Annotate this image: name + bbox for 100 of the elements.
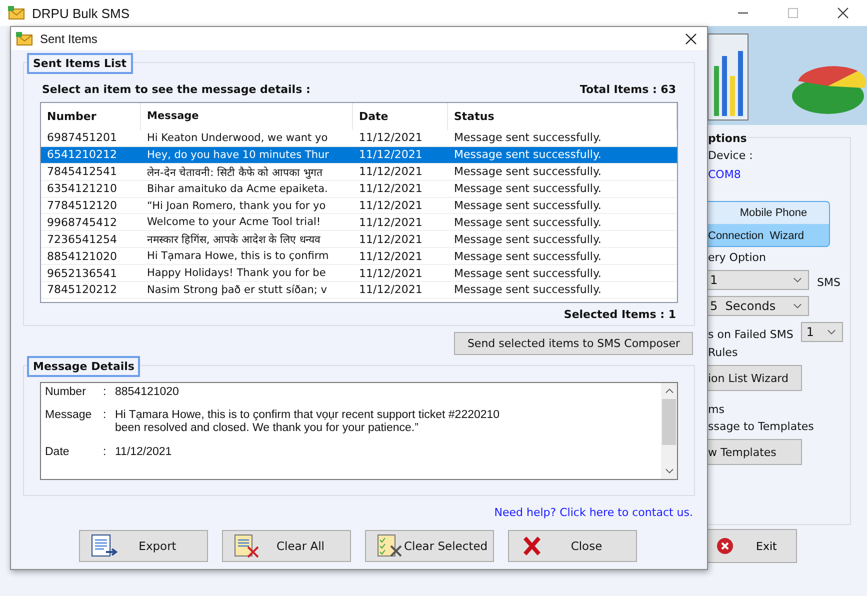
exit-button[interactable]: Exit: [708, 529, 797, 563]
clear-selected-button[interactable]: Clear Selected: [365, 530, 494, 562]
status-cell-text: Message sent successfully.: [453, 250, 602, 263]
field-separator: :: [103, 409, 108, 422]
column-header[interactable]: Date: [353, 103, 448, 130]
table-row[interactable]: 6541210212 Hey, do you have 10 minutes Thur 11/12/2021 Message sent successfully.: [41, 146, 677, 164]
column-header[interactable]: Status: [448, 103, 677, 130]
status-cell-text: Message sent successfully.: [453, 131, 602, 144]
table-row[interactable]: 6354121210 Bihar amaituko da Acme epaiketa. 11/12/2021 Message sent successfully.: [41, 180, 677, 198]
document-cross-icon: [233, 534, 261, 558]
field-value: Hi Tạmara Howe, this is to çonfirm that vọụr recent support ticket #2220210 been resolved and closed. We thank you for your patience.”: [115, 409, 500, 436]
table-row[interactable]: 7845412541 लेन-देन चेतावनी: सिटी कैफे को आपका भुगत 11/12/2021 Message sent successfully.: [41, 164, 677, 181]
number-cell-text: 9968745412: [46, 216, 118, 229]
table-row[interactable]: 7784512120 “Hi Joan Romero, thank you for yo 11/12/2021 Message sent successfully.: [41, 198, 677, 214]
sms-label: SMS: [817, 276, 840, 288]
chevron-down-icon: [793, 277, 802, 283]
device-label: Device :: [708, 149, 753, 162]
field-value: 8854121020: [115, 386, 179, 400]
dialog-title: Sent Items: [40, 32, 98, 46]
table-row[interactable]: 7236541254 नमस्कार हिगिंस, आपके आदेश के लिए धन्यव 11/12/2021 Message sent successfully.: [41, 231, 677, 248]
status-cell-text: Message sent successfully.: [453, 182, 602, 196]
status-cell-text: Message sent successfully.: [453, 148, 602, 162]
scroll-down-icon[interactable]: [664, 468, 674, 474]
scroll-up-icon[interactable]: [664, 388, 674, 394]
message-cell-text: Happy Holidays! Thank you for be: [146, 267, 327, 280]
window-title: DRPU Bulk SMS: [32, 6, 130, 20]
message-cell-text: Hi Tạmara Howe, this is to çonfirm: [146, 250, 330, 262]
group-title: ptions: [708, 132, 747, 145]
clear-all-button[interactable]: Clear All: [222, 530, 351, 562]
message-cell-text: Bihar amaituko da Acme epaiketa.: [146, 182, 329, 195]
group-title: Message Details: [27, 356, 140, 377]
date-cell-text: 11/12/2021: [358, 182, 424, 196]
number-cell-text: 7236541254: [46, 232, 118, 246]
export-button[interactable]: Export: [79, 530, 208, 562]
chevron-down-icon: [827, 329, 836, 335]
number-cell-text: 6987451201: [46, 131, 118, 144]
field-label: Date: [45, 446, 70, 458]
document-arrow-icon: [90, 534, 118, 558]
number-cell-text: 6541210212: [46, 148, 118, 162]
sms-count-select[interactable]: 1: [708, 270, 809, 290]
date-cell-text: 11/12/2021: [358, 216, 424, 229]
field-separator: :: [103, 446, 108, 458]
scrollbar-thumb[interactable]: [662, 399, 676, 445]
templates-label: ssage to Templates: [708, 420, 814, 433]
field-label: Number: [45, 386, 87, 398]
message-cell-text: Welcome to your Acme Tool trial!: [146, 216, 322, 228]
status-cell-text: Message sent successfully.: [453, 232, 602, 246]
chevron-down-icon: [793, 303, 802, 309]
total-items-count: Total Items : 63: [580, 83, 676, 96]
instruction-text: Select an item to see the message details :: [42, 83, 310, 96]
status-cell-text: Message sent successfully.: [453, 165, 602, 178]
view-templates-button[interactable]: w Templates: [708, 439, 802, 465]
date-cell-text: 11/12/2021: [358, 283, 424, 296]
number-cell-text: 8854121020: [46, 250, 118, 263]
number-cell-text: 6354121210: [46, 182, 118, 196]
field-separator: :: [103, 386, 108, 398]
failed-sms-label: s on Failed SMS: [708, 328, 794, 340]
date-cell-text: 11/12/2021: [358, 250, 424, 263]
table-row[interactable]: 8854121020 Hi Tạmara Howe, this is to çonfirm 11/12/2021 Message sent successfully.: [41, 248, 677, 266]
date-cell-text: 11/12/2021: [358, 148, 424, 162]
group-title: Sent Items List: [27, 53, 133, 74]
message-cell-text: Hey, do you have 10 minutes Thur: [146, 148, 330, 161]
close-button[interactable]: Close: [508, 530, 637, 562]
status-cell-text: Message sent successfully.: [453, 283, 602, 296]
table-row[interactable]: 9652136541 Happy Holidays! Thank you for be 11/12/2021 Message sent successfully.: [41, 265, 677, 282]
delivery-option-label: ery Option: [708, 251, 766, 264]
field-value: 11/12/2021: [115, 446, 172, 459]
retry-select[interactable]: 1: [801, 322, 844, 342]
table-row[interactable]: 7845120212 Nasim Strong það er stutt síðan; v 11/12/2021 Message sent successfully.: [41, 282, 677, 299]
delay-select[interactable]: 5 Seconds: [708, 296, 809, 316]
number-cell-text: 7784512120: [46, 199, 118, 212]
message-cell-text: “Hi Joan Romero, thank you for yo: [146, 200, 327, 212]
date-cell-text: 11/12/2021: [358, 131, 424, 144]
column-header[interactable]: Number: [41, 103, 141, 130]
close-circle-icon: [716, 537, 734, 555]
date-cell-text: 11/12/2021: [358, 199, 424, 212]
date-cell-text: 11/12/2021: [358, 266, 424, 280]
list-wizard-button[interactable]: ion List Wizard: [708, 365, 802, 391]
status-cell-text: Message sent successfully.: [453, 266, 602, 280]
envelope-icon: [16, 32, 34, 46]
rules-label: Rules: [708, 346, 738, 359]
number-cell-text: 9652136541: [46, 266, 118, 280]
close-icon[interactable]: [837, 7, 849, 19]
status-cell-text: Message sent successfully.: [453, 216, 602, 229]
table-row[interactable]: 9968745412 Welcome to your Acme Tool trial! 11/12/2021 Message sent successfully.: [41, 214, 677, 232]
field-label: Message: [45, 409, 93, 422]
status-cell-text: Message sent successfully.: [453, 199, 602, 212]
date-cell-text: 11/12/2021: [358, 232, 424, 246]
selected-items-count: Selected Items : 1: [564, 308, 676, 321]
close-icon[interactable]: [685, 32, 697, 44]
number-cell-text: 7845120212: [46, 283, 118, 296]
number-cell-text: 7845412541: [46, 165, 118, 178]
help-link[interactable]: Need help? Click here to contact us.: [494, 506, 693, 519]
port-value: COM8: [708, 168, 741, 181]
envelope-icon: [8, 6, 26, 20]
items-label: ms: [708, 403, 724, 416]
column-header[interactable]: Message: [141, 103, 353, 130]
date-cell-text: 11/12/2021: [358, 165, 424, 178]
send-to-composer-button[interactable]: Send selected items to SMS Composer: [454, 332, 693, 355]
message-cell-text: नमस्कार हिगिंस, आपके आदेश के लिए धन्यव: [146, 232, 322, 246]
